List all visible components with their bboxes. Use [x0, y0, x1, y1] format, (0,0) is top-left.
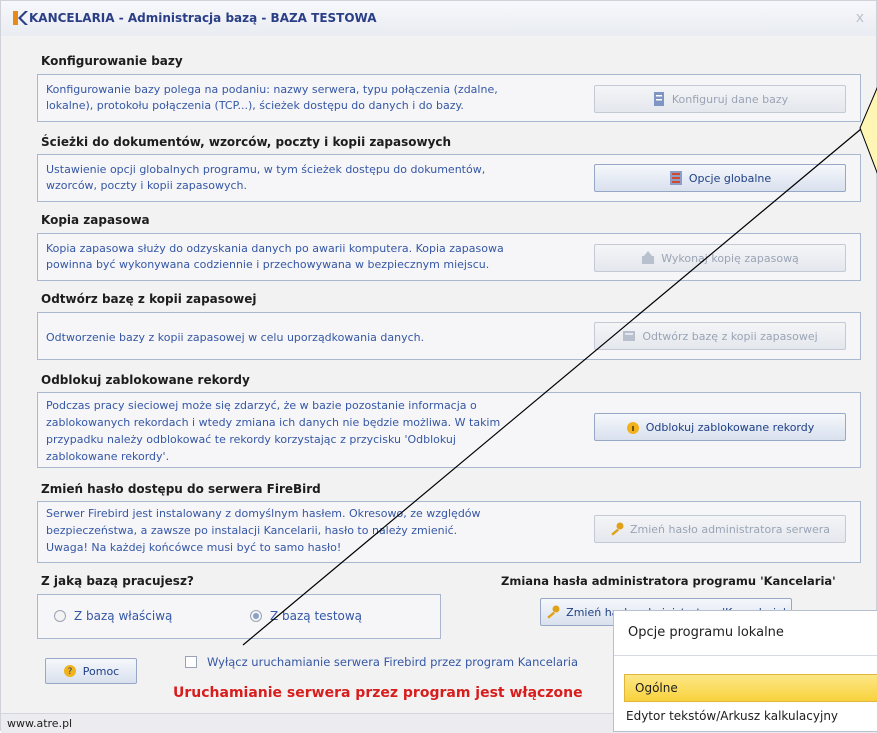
- panel-haslo: Serwer Firebird jest instalowany z domyś…: [37, 501, 861, 563]
- desc-line: powinna być wykonywana codziennie i prze…: [46, 258, 490, 271]
- panel-konfiguracja: Konfigurowanie bazy polega na podaniu: n…: [37, 74, 861, 122]
- database-choice-panel: Z bazą właściwą Z bazą testową: [37, 594, 441, 639]
- section-heading-odblokuj: Odblokuj zablokowane rekordy: [41, 373, 250, 387]
- make-backup-label: Wykonaj kopię zapasową: [661, 251, 799, 265]
- callout-pointer-line: [242, 128, 862, 646]
- backup-icon: [642, 251, 655, 264]
- popup-item-ogolne[interactable]: Ogólne: [624, 674, 877, 702]
- section-heading-sciezki: Ścieżki do dokumentów, wzorców, poczty i…: [41, 135, 452, 149]
- lock-icon: [626, 422, 639, 434]
- desc-line: zablokowanych rekordach i wtedy zmiana i…: [46, 416, 501, 429]
- svg-text:?: ?: [67, 667, 72, 677]
- desc-line: Odtworzenie bazy z kopii zapasowej w cel…: [46, 331, 425, 344]
- desc-line: wzorców, poczty i kopii zapasowych.: [46, 179, 247, 192]
- kancelaria-logo-icon: [13, 11, 28, 25]
- admin-window: KANCELARIA - Administracja bazą - BAZA T…: [0, 0, 877, 733]
- unlock-records-button[interactable]: Odblokuj zablokowane rekordy: [594, 413, 846, 441]
- desc-line: zablokowane rekordy'.: [46, 450, 170, 463]
- restore-backup-button[interactable]: Odtwórz bazę z kopii zapasowej: [594, 322, 846, 350]
- section-heading-odtworz: Odtwórz bazę z kopii zapasowej: [41, 292, 257, 306]
- admin-password-heading: Zmiana hasła administratora programu 'Ka…: [501, 574, 836, 588]
- section-heading-konfiguracja: Konfigurowanie bazy: [41, 54, 183, 68]
- help-button[interactable]: ? Pomoc: [45, 658, 137, 684]
- panel-odblokuj: Podczas pracy sieciowej może się zdarzyć…: [37, 392, 861, 468]
- window-title: KANCELARIA - Administracja bazą - BAZA T…: [29, 11, 377, 25]
- radio-production-label: Z bazą właściwą: [74, 609, 173, 623]
- desc-line: Kopia zapasowa służy do odzyskania danyc…: [46, 242, 504, 255]
- restore-icon: [623, 331, 636, 341]
- help-label: Pomoc: [82, 664, 120, 678]
- radio-test-db[interactable]: Z bazą testową: [250, 609, 362, 623]
- key-icon: [611, 522, 624, 536]
- key-icon: [547, 605, 560, 619]
- global-options-button[interactable]: Opcje globalne: [594, 164, 846, 192]
- desc-line: Uwaga! Na każdej końcówce musi być to sa…: [46, 541, 342, 554]
- popup-divider: [614, 655, 877, 656]
- desc-line: Podczas pracy sieciowej może się zdarzyć…: [46, 399, 477, 412]
- popup-item-editor[interactable]: Edytor tekstów/Arkusz kalkulacyjny: [626, 709, 838, 723]
- title-bar: KANCELARIA - Administracja bazą - BAZA T…: [1, 1, 876, 36]
- desc-line: Ustawienie opcji globalnych programu, w …: [46, 163, 486, 176]
- desc-line: bezpieczeństwa, a zawsze po instalacji K…: [46, 524, 458, 537]
- close-icon[interactable]: x: [856, 10, 864, 26]
- radio-production-db[interactable]: Z bazą właściwą: [54, 609, 172, 623]
- make-backup-button[interactable]: Wykonaj kopię zapasową: [594, 244, 846, 272]
- desc-line: Konfigurowanie bazy polega na podaniu: n…: [46, 83, 498, 96]
- section-heading-kopia: Kopia zapasowa: [41, 213, 150, 227]
- unlock-records-label: Odblokuj zablokowane rekordy: [645, 420, 815, 434]
- database-config-icon: [653, 92, 664, 106]
- configure-db-label: Konfiguruj dane bazy: [671, 92, 789, 106]
- desc-line: lokalne), protokołu połączenia (TCP...),…: [46, 99, 464, 112]
- server-status-warning: Uruchamianie serwera przez program jest …: [173, 685, 583, 701]
- panel-kopia: Kopia zapasowa służy do odzyskania danyc…: [37, 233, 861, 281]
- panel-sciezki: Ustawienie opcji globalnych programu, w …: [37, 154, 861, 202]
- popup-title: Opcje programu lokalne: [628, 625, 784, 640]
- section-heading-haslo: Zmień hasło dostępu do serwera FireBird: [41, 482, 321, 496]
- settings-list-icon: [669, 171, 682, 185]
- radio-button-selected-icon: [250, 610, 262, 622]
- local-options-popup: Opcje programu lokalne Ogólne Edytor tek…: [613, 610, 877, 732]
- global-options-label: Opcje globalne: [688, 171, 772, 185]
- desc-line: Serwer Firebird jest instalowany z domyś…: [46, 507, 481, 520]
- database-choice-heading: Z jaką bazą pracujesz?: [41, 574, 194, 588]
- configure-db-button[interactable]: Konfiguruj dane bazy: [594, 85, 846, 113]
- website-link[interactable]: www.atre.pl: [7, 717, 72, 730]
- restore-backup-label: Odtwórz bazę z kopii zapasowej: [642, 329, 818, 343]
- disable-firebird-checkbox[interactable]: [185, 656, 197, 668]
- callout-shape: [859, 87, 877, 174]
- radio-button-icon: [54, 610, 66, 622]
- panel-odtworz: Odtworzenie bazy z kopii zapasowej w cel…: [37, 312, 861, 360]
- radio-test-label: Z bazą testową: [270, 609, 363, 623]
- change-server-password-label: Zmień hasło administratora serwera: [629, 522, 831, 536]
- change-server-password-button[interactable]: Zmień hasło administratora serwera: [594, 515, 846, 543]
- disable-firebird-label: Wyłącz uruchamianie serwera Firebird prz…: [207, 655, 578, 669]
- help-icon: ?: [63, 665, 76, 677]
- desc-line: przypadku należy odblokować te rekordy k…: [46, 433, 456, 446]
